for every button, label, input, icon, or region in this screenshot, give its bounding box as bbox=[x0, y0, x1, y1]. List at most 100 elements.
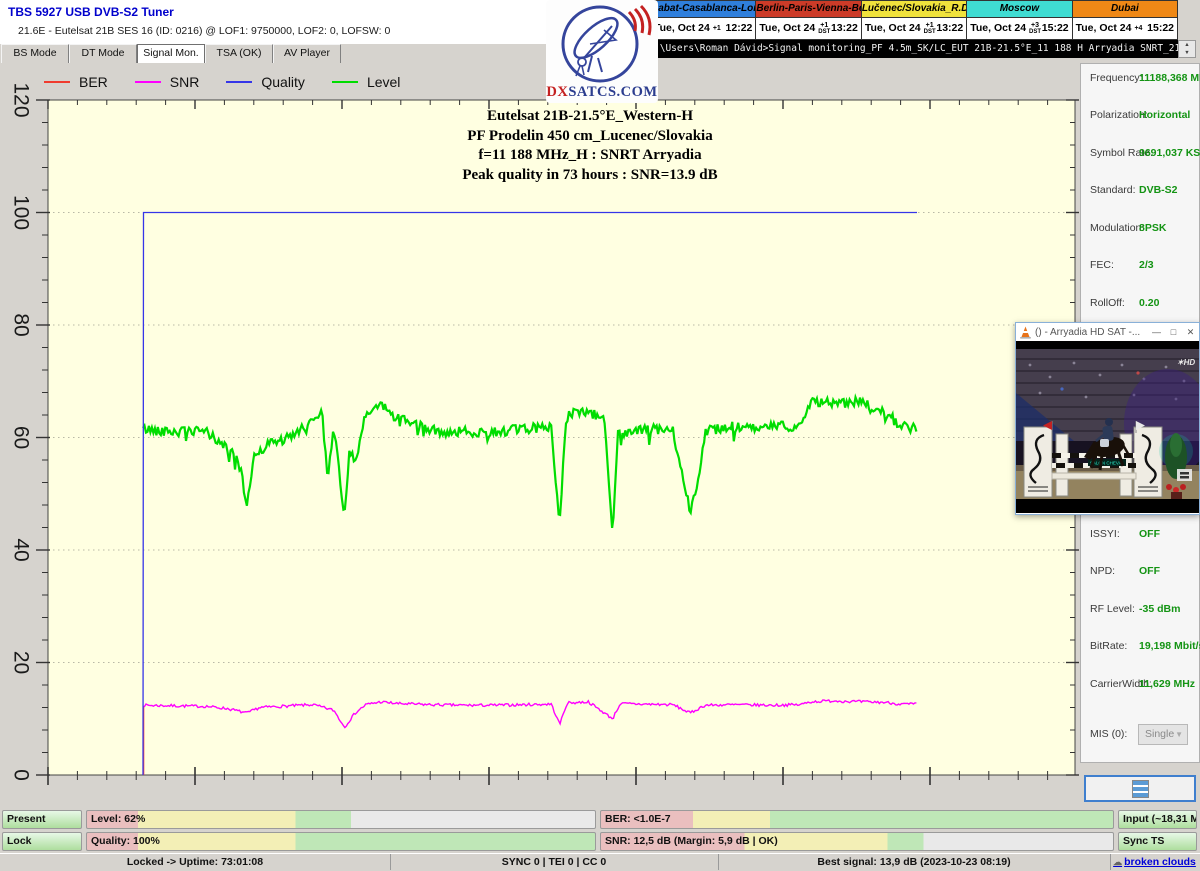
clock-moscow: Moscow Tue, Oct 24+3DST15:22 bbox=[967, 1, 1072, 39]
clock-lucenec: Lučenec/Slovakia_R.Dávid Tue, Oct 24+1DS… bbox=[862, 1, 967, 39]
console-scrollbar[interactable]: ▲ ▼ bbox=[1178, 40, 1196, 58]
clock-dubai: Dubai Tue, Oct 24+415:22 bbox=[1073, 1, 1177, 39]
ber-progressbar: BER: <1.0E-7 bbox=[600, 810, 1114, 829]
input-indicator: Input (~18,31 Mbps) bbox=[1118, 810, 1197, 829]
clock-berlin: Berlin-Paris-Vienna-Belgrade Tue, Oct 24… bbox=[756, 1, 861, 39]
quality-progressbar: Quality: 100% bbox=[86, 832, 596, 851]
legend-level: Level bbox=[367, 74, 400, 90]
tab-av-player[interactable]: AV Player bbox=[273, 44, 341, 64]
svg-text:40: 40 bbox=[9, 538, 32, 561]
vlc-window-title: () - Arryadia HD SAT -... bbox=[1035, 327, 1148, 338]
param-label: Frequency: bbox=[1090, 72, 1143, 84]
chevron-down-icon: ▼ bbox=[1175, 725, 1183, 744]
app-title: TBS 5927 USB DVB-S2 Tuner bbox=[8, 5, 174, 19]
cloud-icon: ☁ bbox=[1113, 857, 1122, 867]
list-icon bbox=[1132, 780, 1149, 798]
legend-snr: SNR bbox=[170, 74, 200, 90]
clock-name: Dubai bbox=[1073, 1, 1177, 18]
svg-text:80: 80 bbox=[9, 313, 32, 336]
param-value: 11188,368 MHz bbox=[1139, 72, 1200, 84]
param-label: Modulation: bbox=[1090, 222, 1144, 234]
svg-text:20: 20 bbox=[9, 651, 32, 674]
mis-label: MIS (0): bbox=[1090, 728, 1127, 740]
stream-list-button[interactable] bbox=[1084, 775, 1196, 802]
clock-time: 15:22 bbox=[1042, 22, 1069, 34]
clock-name: Lučenec/Slovakia_R.Dávid bbox=[862, 1, 966, 18]
param-value: 8PSK bbox=[1139, 222, 1166, 234]
tab-dt-mode[interactable]: DT Mode bbox=[69, 44, 137, 64]
param-value: OFF bbox=[1139, 528, 1160, 540]
param-value: OFF bbox=[1139, 565, 1160, 577]
clock-time: 13:22 bbox=[936, 22, 963, 34]
vlc-player-window[interactable]: () - Arryadia HD SAT -... — □ ✕ bbox=[1015, 322, 1200, 515]
world-clocks: Rabat-Casablanca-London Tue, Oct 24+112:… bbox=[650, 0, 1178, 40]
level-progressbar: Level: 62% bbox=[86, 810, 596, 829]
level-line-swatch bbox=[332, 81, 358, 83]
sync-ts-indicator: Sync TS bbox=[1118, 832, 1197, 851]
clock-name: Moscow bbox=[967, 1, 1071, 18]
scroll-down-icon[interactable]: ▼ bbox=[1179, 49, 1195, 57]
dxsatcs-logo: DXSATCS.COM bbox=[546, 0, 658, 103]
clock-time: 12:22 bbox=[726, 22, 753, 34]
tab-tsa[interactable]: TSA (OK) bbox=[205, 44, 273, 64]
best-signal-status: Best signal: 13,9 dB (2023-10-23 08:19) bbox=[718, 854, 1111, 870]
svg-text:100: 100 bbox=[9, 195, 32, 230]
transponder-subtitle: 21.6E - Eutelsat 21B SES 16 (ID: 0216) @… bbox=[18, 25, 390, 37]
mis-dropdown[interactable]: Single▼ bbox=[1138, 724, 1188, 745]
quality-line-swatch bbox=[226, 81, 252, 83]
svg-text:120: 120 bbox=[9, 82, 32, 117]
weather-panel: ☁broken clouds bbox=[1110, 854, 1199, 870]
snr-progressbar: SNR: 12,5 dB (Margin: 5,9 dB | OK) bbox=[600, 832, 1114, 851]
tab-signal-mon[interactable]: Signal Mon. bbox=[137, 44, 205, 64]
clock-date: Tue, Oct 24 bbox=[970, 22, 1026, 34]
vlc-cone-icon bbox=[1019, 326, 1032, 339]
param-label: BitRate: bbox=[1090, 640, 1127, 652]
maximize-button[interactable]: □ bbox=[1165, 327, 1182, 337]
clock-date: Tue, Oct 24 bbox=[865, 22, 921, 34]
param-label: RollOff: bbox=[1090, 297, 1125, 309]
status-bar: Locked -> Uptime: 73:01:08 SYNC 0 | TEI … bbox=[0, 853, 1200, 871]
video-frame[interactable]: SALON CHEVAL bbox=[1016, 341, 1199, 513]
hd-badge: ✶HD bbox=[1177, 358, 1195, 367]
param-label: Standard: bbox=[1090, 184, 1136, 196]
param-value: 11,629 MHz bbox=[1139, 678, 1195, 690]
clock-rabat: Rabat-Casablanca-London Tue, Oct 24+112:… bbox=[651, 1, 756, 39]
param-label: FEC: bbox=[1090, 259, 1114, 271]
lock-indicator: Lock bbox=[2, 832, 82, 851]
param-value: 9691,037 KS/s bbox=[1139, 147, 1200, 159]
clock-time: 15:22 bbox=[1147, 22, 1174, 34]
svg-text:SALON CHEVAL: SALON CHEVAL bbox=[1090, 461, 1125, 466]
vlc-titlebar[interactable]: () - Arryadia HD SAT -... — □ ✕ bbox=[1016, 323, 1199, 341]
param-value: Horizontal bbox=[1139, 109, 1190, 121]
command-prompt[interactable]: :\Users\Roman Dávid>Signal monitoring_PF… bbox=[650, 40, 1178, 58]
sync-counters: SYNC 0 | TEI 0 | CC 0 bbox=[390, 854, 719, 870]
param-label: ISSYI: bbox=[1090, 528, 1120, 540]
clock-time: 13:22 bbox=[831, 22, 858, 34]
close-button[interactable]: ✕ bbox=[1182, 327, 1199, 338]
chart-legend: BER SNR Quality Level bbox=[44, 74, 418, 90]
param-value: 0.20 bbox=[1139, 297, 1159, 309]
svg-text:0: 0 bbox=[9, 769, 32, 781]
param-value: -35 dBm bbox=[1139, 603, 1180, 615]
clock-name: Rabat-Casablanca-London bbox=[651, 1, 755, 18]
clock-date: Tue, Oct 24 bbox=[654, 22, 710, 34]
satellite-dish-icon bbox=[546, 0, 658, 84]
minimize-button[interactable]: — bbox=[1148, 327, 1165, 337]
equestrian-video-scene: SALON CHEVAL bbox=[1016, 341, 1199, 513]
tab-bs-mode[interactable]: BS Mode bbox=[1, 44, 69, 64]
clock-date: Tue, Oct 24 bbox=[759, 22, 815, 34]
present-indicator: Present bbox=[2, 810, 82, 829]
param-value: 19,198 Mbit/s bbox=[1139, 640, 1200, 652]
ber-line-swatch bbox=[44, 81, 70, 83]
param-value: DVB-S2 bbox=[1139, 184, 1178, 196]
clock-name: Berlin-Paris-Vienna-Belgrade bbox=[756, 1, 860, 18]
legend-quality: Quality bbox=[261, 74, 305, 90]
signal-chart-region: 020406080100120 BER SNR Quality Level Eu… bbox=[0, 63, 1080, 807]
scroll-up-icon[interactable]: ▲ bbox=[1179, 41, 1195, 49]
weather-link[interactable]: ☁broken clouds bbox=[1113, 856, 1196, 868]
clock-date: Tue, Oct 24 bbox=[1076, 22, 1132, 34]
param-value: 2/3 bbox=[1139, 259, 1154, 271]
chart-annotation: Eutelsat 21B-21.5°E_Western-H PF Prodeli… bbox=[420, 107, 760, 185]
param-label: NPD: bbox=[1090, 565, 1115, 577]
logo-text: DXSATCS.COM bbox=[546, 84, 658, 101]
